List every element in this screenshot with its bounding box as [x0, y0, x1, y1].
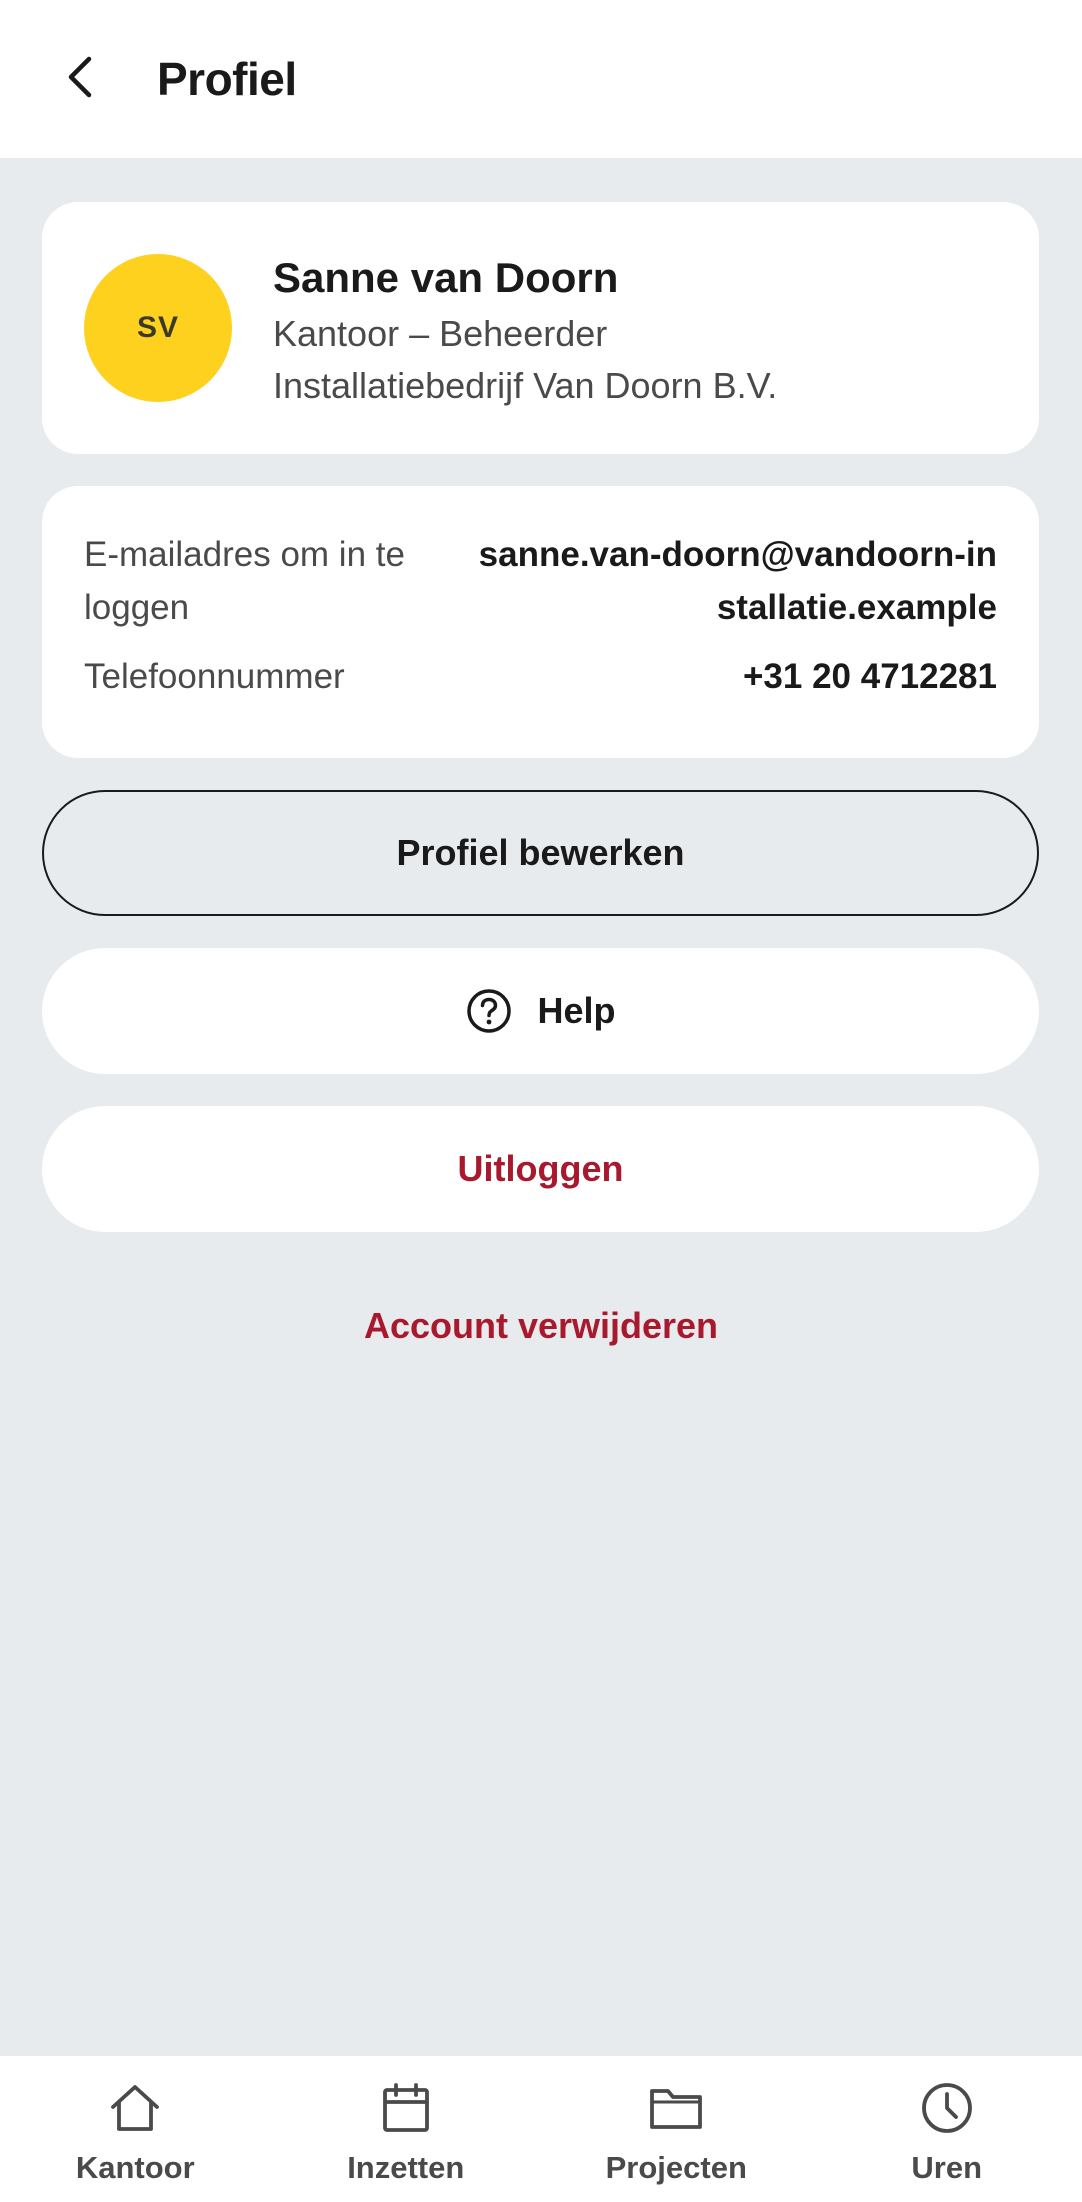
tab-inzetten[interactable]: Inzetten: [271, 2056, 542, 2202]
email-value-line-2: stallatie.example: [716, 588, 997, 627]
tab-label-uren: Uren: [911, 2150, 983, 2185]
profile-card: SV Sanne van Doorn Kantoor – Beheerder I…: [42, 202, 1039, 454]
tab-projecten[interactable]: Projecten: [541, 2056, 812, 2202]
tab-label-inzetten: Inzetten: [347, 2150, 465, 2185]
tab-uren[interactable]: Uren: [812, 2056, 1082, 2202]
edit-profile-label: Profiel bewerken: [396, 832, 685, 873]
delete-account-link[interactable]: Account verwijderen: [0, 1296, 1082, 1356]
account-info-card: E-mailadres om in te loggen sanne.van-do…: [42, 486, 1039, 758]
help-circle-icon: [465, 987, 513, 1035]
bottom-tab-bar: Kantoor Inzetten Projecten Uren: [0, 2056, 1082, 2202]
email-label: E-mailadres om in te loggen: [84, 535, 405, 627]
help-button[interactable]: Help: [42, 948, 1039, 1074]
phone-row: Telefoonnummer +31 20 4712281: [84, 650, 997, 710]
tab-label-kantoor: Kantoor: [75, 2150, 195, 2185]
folder-icon: [648, 2080, 704, 2136]
logout-button[interactable]: Uitloggen: [42, 1106, 1039, 1232]
email-value: sanne.van-doorn@vandoorn-in stallatie.exa…: [437, 528, 997, 634]
edit-profile-button[interactable]: Profiel bewerken: [42, 790, 1039, 916]
user-role: Kantoor – Beheerder: [273, 313, 608, 354]
home-icon: [108, 2080, 162, 2136]
clock-icon: [920, 2080, 974, 2136]
back-button[interactable]: [50, 44, 110, 114]
logout-label: Uitloggen: [457, 1148, 624, 1189]
email-row: E-mailadres om in te loggen sanne.van-do…: [84, 528, 997, 638]
page-title: Profiel: [157, 53, 297, 105]
avatar: SV: [84, 254, 232, 402]
email-value-line-1: sanne.van-doorn@vandoorn-in: [478, 535, 997, 574]
phone-value: +31 20 4712281: [742, 657, 997, 696]
help-label: Help: [537, 990, 616, 1031]
user-name: Sanne van Doorn: [273, 254, 619, 301]
tab-kantoor[interactable]: Kantoor: [0, 2056, 271, 2202]
phone-label: Telefoonnummer: [84, 657, 345, 696]
chevron-left-icon: [65, 55, 95, 104]
tab-label-projecten: Projecten: [605, 2150, 747, 2185]
calendar-icon: [381, 2080, 431, 2136]
app-header: Profiel: [0, 0, 1082, 158]
user-company: Installatiebedrijf Van Doorn B.V.: [273, 365, 778, 406]
